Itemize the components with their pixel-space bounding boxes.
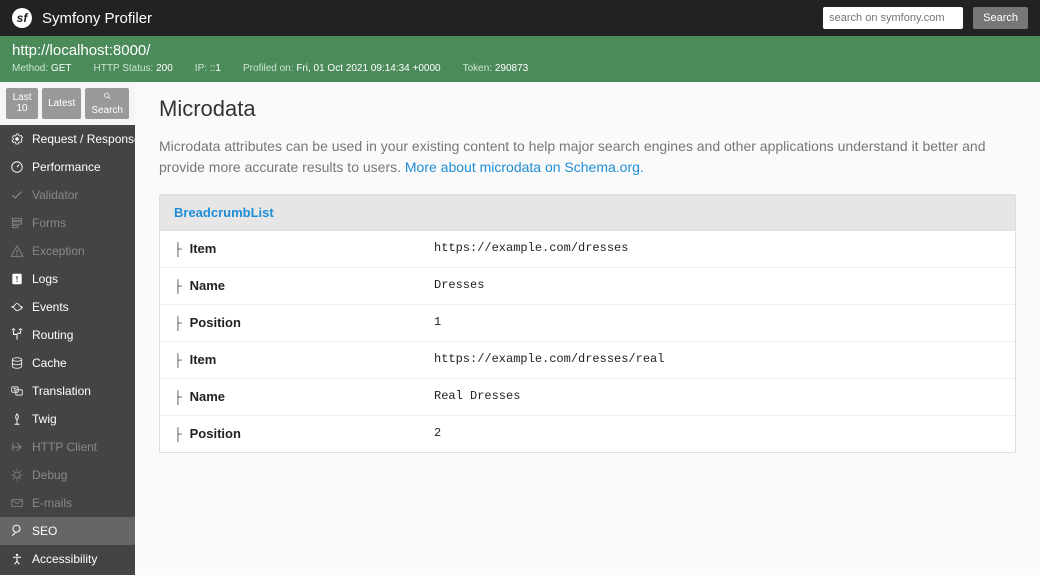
row-value: Dresses (434, 278, 1001, 294)
app-title: Symfony Profiler (42, 10, 152, 27)
sidebar-item-request-response[interactable]: Request / Response (0, 125, 135, 153)
database-icon (10, 356, 24, 370)
sidebar-item-label: Performance (32, 160, 101, 174)
sidebar-item-validator[interactable]: Validator (0, 181, 135, 209)
row-value: 1 (434, 315, 1001, 331)
leaf-icon (10, 412, 24, 426)
sidebar-item-label: Validator (32, 188, 78, 202)
table-row: Position2 (160, 416, 1015, 452)
request-summary-bar: http://localhost:8000/ Method: GET HTTP … (0, 36, 1040, 82)
envelope-icon (10, 496, 24, 510)
sidebar-nav: Request / Response Performance Validator Fo… (0, 125, 135, 575)
arrows-icon (10, 440, 24, 454)
sidebar-item-label: Cache (32, 356, 67, 370)
sidebar-item-label: Translation (32, 384, 91, 398)
sidebar-item-cache[interactable]: Cache (0, 349, 135, 377)
forms-icon (10, 216, 24, 230)
sidebar-item-label: SEO (32, 524, 57, 538)
sidebar-item-label: Accessibility (32, 552, 97, 566)
sidebar-item-seo[interactable]: SEO (0, 517, 135, 545)
page-title: Microdata (159, 96, 1016, 122)
last10-button[interactable]: Last 10 (6, 88, 38, 119)
warning-icon (10, 244, 24, 258)
search-input[interactable] (823, 7, 963, 29)
row-key: Name (174, 278, 434, 294)
sidebar-item-label: Forms (32, 216, 66, 230)
row-value: https://example.com/dresses/real (434, 352, 1001, 368)
sidebar: Last 10 Latest Search Request / Response… (0, 82, 135, 575)
row-value: Real Dresses (434, 389, 1001, 405)
main-content: Microdata Microdata attributes can be us… (135, 82, 1040, 575)
sidebar-item-forms[interactable]: Forms (0, 209, 135, 237)
search-button[interactable]: Search (973, 7, 1028, 29)
latest-button[interactable]: Latest (42, 88, 81, 119)
sidebar-item-label: Logs (32, 272, 58, 286)
sidebar-search-button[interactable]: Search (85, 88, 129, 119)
search-icon (103, 91, 112, 100)
sidebar-item-http-client[interactable]: HTTP Client (0, 433, 135, 461)
routing-icon (10, 328, 24, 342)
sidebar-item-label: Debug (32, 468, 67, 482)
table-row: Itemhttps://example.com/dresses (160, 231, 1015, 268)
row-value: https://example.com/dresses (434, 241, 1001, 257)
translate-icon (10, 384, 24, 398)
check-icon (10, 188, 24, 202)
sidebar-item-label: Request / Response (32, 132, 135, 146)
row-value: 2 (434, 426, 1001, 442)
sidebar-item-routing[interactable]: Routing (0, 321, 135, 349)
sidebar-item-label: Routing (32, 328, 73, 342)
sidebar-item-label: Exception (32, 244, 85, 258)
table-row: NameDresses (160, 268, 1015, 305)
exclaim-icon (10, 272, 24, 286)
gauge-icon (10, 160, 24, 174)
row-key: Position (174, 426, 434, 442)
topbar: sf Symfony Profiler Search (0, 0, 1040, 36)
symfony-logo: sf (12, 8, 32, 28)
row-key: Item (174, 352, 434, 368)
sidebar-minibuttons: Last 10 Latest Search (0, 82, 135, 125)
row-key: Item (174, 241, 434, 257)
panel-title: BreadcrumbList (160, 195, 1015, 231)
sidebar-item-translation[interactable]: Translation (0, 377, 135, 405)
gear-icon (10, 132, 24, 146)
table-row: Position1 (160, 305, 1015, 342)
person-icon (10, 552, 24, 566)
row-key: Position (174, 315, 434, 331)
sidebar-item-logs[interactable]: Logs (0, 265, 135, 293)
bug-icon (10, 468, 24, 482)
sidebar-item-label: HTTP Client (32, 440, 97, 454)
sidebar-item-e-mails[interactable]: E-mails (0, 489, 135, 517)
sidebar-item-label: Events (32, 300, 69, 314)
sidebar-item-performance[interactable]: Performance (0, 153, 135, 181)
sidebar-item-label: Twig (32, 412, 57, 426)
table-row: NameReal Dresses (160, 379, 1015, 416)
sidebar-item-twig[interactable]: Twig (0, 405, 135, 433)
sidebar-item-accessibility[interactable]: Accessibility (0, 545, 135, 573)
sidebar-item-events[interactable]: Events (0, 293, 135, 321)
microdata-panel: BreadcrumbList Itemhttps://example.com/d… (159, 194, 1016, 453)
lead-paragraph: Microdata attributes can be used in your… (159, 136, 1016, 178)
wave-icon (10, 300, 24, 314)
profiled-url: http://localhost:8000/ (12, 42, 1028, 59)
sidebar-item-exception[interactable]: Exception (0, 237, 135, 265)
row-key: Name (174, 389, 434, 405)
link-icon (10, 524, 24, 538)
sidebar-item-label: E-mails (32, 496, 72, 510)
schema-org-link[interactable]: More about microdata on Schema.org. (405, 159, 644, 175)
request-meta: Method: GET HTTP Status: 200 IP: ::1 Pro… (12, 63, 1028, 74)
table-row: Itemhttps://example.com/dresses/real (160, 342, 1015, 379)
sidebar-item-debug[interactable]: Debug (0, 461, 135, 489)
